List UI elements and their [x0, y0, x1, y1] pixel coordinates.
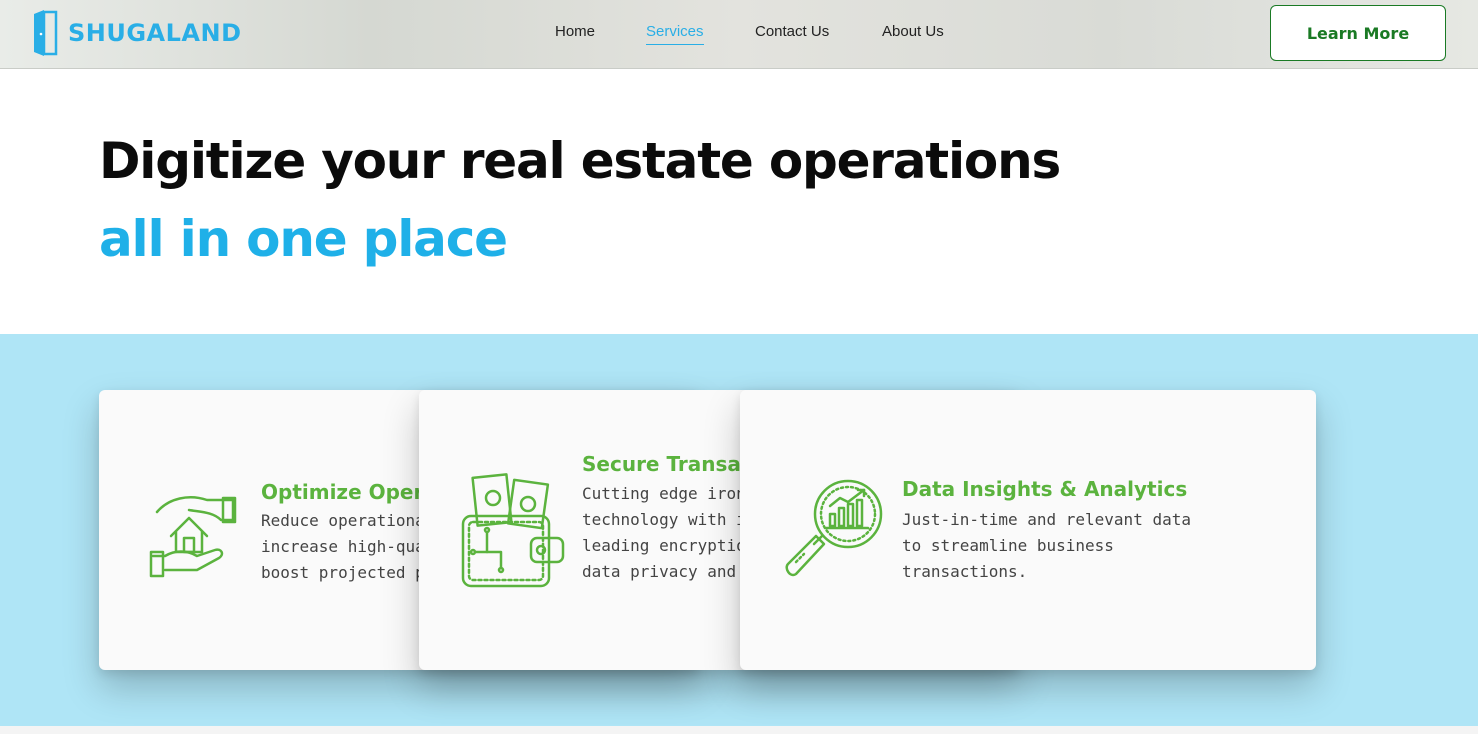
hand-house-icon [149, 496, 237, 578]
main-nav: Home Services Contact Us About Us [0, 22, 1478, 46]
learn-more-button[interactable]: Learn More [1270, 5, 1446, 61]
magnifier-chart-icon [785, 479, 883, 577]
site-header: SHUGALAND Home Services Contact Us About… [0, 0, 1478, 69]
page-footer-edge [0, 726, 1478, 734]
hero-subtitle: all in one place [99, 210, 508, 268]
feature-title: Data Insights & Analytics [902, 477, 1188, 501]
nav-contact-us[interactable]: Contact Us [755, 22, 829, 42]
wallet-money-icon [461, 473, 565, 588]
hero-title: Digitize your real estate operations [99, 132, 1061, 190]
nav-about-us[interactable]: About Us [882, 22, 944, 42]
feature-card-analytics[interactable]: Data Insights & Analytics Just-in-time a… [740, 390, 1316, 670]
nav-services[interactable]: Services [646, 22, 704, 45]
nav-home[interactable]: Home [555, 22, 595, 42]
feature-description: Just-in-time and relevant data to stream… [902, 510, 1191, 581]
